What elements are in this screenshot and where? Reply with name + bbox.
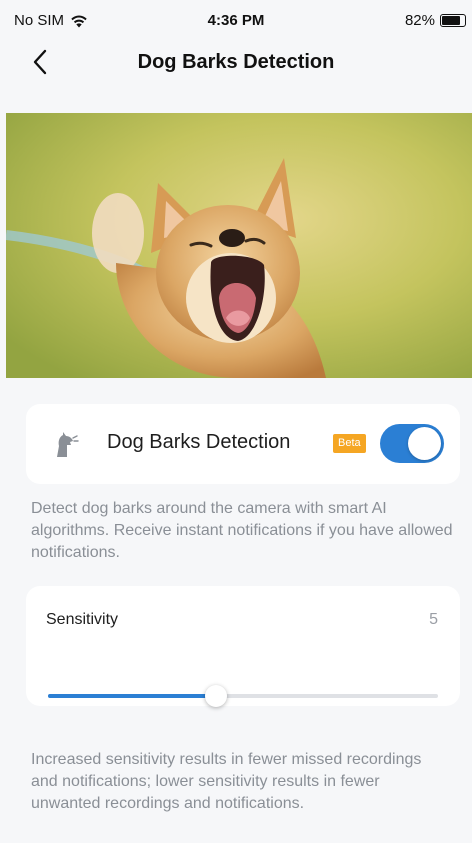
sensitivity-value: 5 bbox=[429, 611, 438, 628]
detection-toggle-card: Dog Barks Detection Beta bbox=[26, 404, 460, 484]
slider-thumb[interactable] bbox=[204, 685, 227, 707]
battery-percent: 82% bbox=[404, 12, 435, 29]
slider-fill bbox=[48, 694, 216, 698]
detection-toggle[interactable] bbox=[380, 424, 444, 463]
sensitivity-slider[interactable] bbox=[48, 685, 438, 707]
status-bar: No SIM 4:36 PM 82% bbox=[0, 0, 472, 44]
battery-icon bbox=[440, 14, 466, 27]
detection-description: Detect dog barks around the camera with … bbox=[31, 500, 453, 561]
page-title: Dog Barks Detection bbox=[137, 51, 335, 73]
beta-badge: Beta bbox=[333, 434, 366, 453]
sensitivity-card: Sensitivity 5 bbox=[26, 586, 460, 707]
toggle-knob bbox=[408, 427, 441, 460]
status-right: 82% bbox=[405, 12, 466, 29]
sensitivity-description: Increased sensitivity results in fewer m… bbox=[31, 751, 422, 812]
status-time: 4:36 PM bbox=[207, 12, 265, 29]
dog-icon bbox=[57, 432, 79, 457]
nav-bar: Dog Barks Detection bbox=[0, 40, 472, 86]
battery-level bbox=[442, 16, 460, 25]
barking-dog-illustration bbox=[6, 113, 472, 378]
detection-label: Dog Barks Detection bbox=[107, 431, 291, 453]
sensitivity-label: Sensitivity bbox=[46, 611, 119, 628]
hero-image bbox=[6, 113, 472, 378]
